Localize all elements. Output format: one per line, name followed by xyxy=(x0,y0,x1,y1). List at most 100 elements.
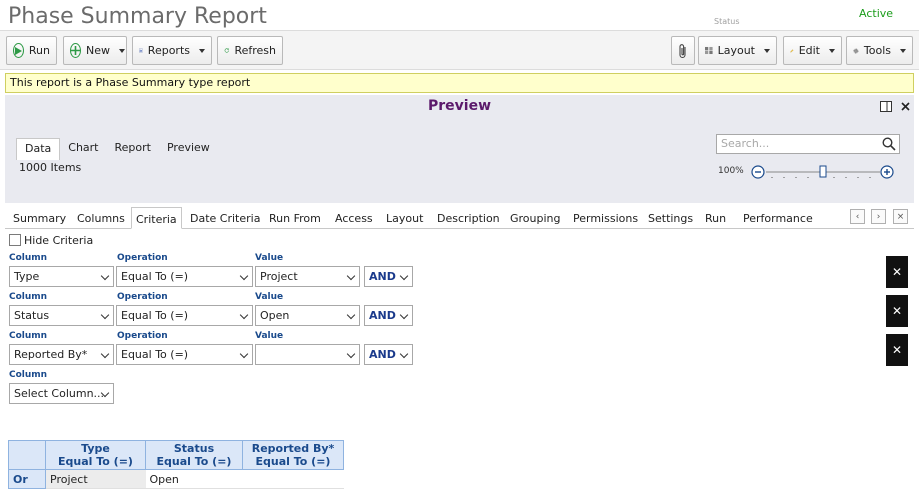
criteria-value-select[interactable]: Project xyxy=(255,266,360,287)
tab-description[interactable]: Description xyxy=(433,210,504,227)
tab-run-from[interactable]: Run From xyxy=(265,210,325,227)
chevron-down-icon xyxy=(399,349,409,359)
preview-tab-data[interactable]: Data xyxy=(16,138,61,160)
search-input[interactable]: Search... xyxy=(716,134,900,154)
chevron-down-icon xyxy=(764,48,770,53)
refresh-icon xyxy=(224,48,229,53)
edit-button[interactable]: Edit xyxy=(783,36,842,65)
layout-icon xyxy=(705,46,713,55)
criteria-operation-select[interactable]: Equal To (=) xyxy=(116,344,253,365)
plus-circle-icon xyxy=(70,43,81,58)
play-icon xyxy=(13,43,24,58)
chevron-down-icon xyxy=(100,349,110,359)
new-button[interactable]: New xyxy=(63,36,127,65)
search-icon[interactable] xyxy=(882,137,896,151)
tab-date-criteria[interactable]: Date Criteria xyxy=(186,210,264,227)
reports-button[interactable]: Reports xyxy=(132,36,212,65)
reports-button-label: Reports xyxy=(147,44,190,57)
hide-criteria-label: Hide Criteria xyxy=(24,234,94,247)
chevron-down-icon xyxy=(239,271,249,281)
tools-button[interactable]: Tools xyxy=(846,36,913,65)
zoom-slider[interactable] xyxy=(750,163,896,181)
criteria-conjunction-select[interactable]: AND xyxy=(364,344,413,365)
criteria-value-select[interactable] xyxy=(255,344,360,365)
grid-column-header: Status Equal To (=) xyxy=(145,440,243,470)
tab-layout[interactable]: Layout xyxy=(382,210,427,227)
chevron-down-icon xyxy=(239,349,249,359)
tab-summary[interactable]: Summary xyxy=(9,210,70,227)
preview-tab-report[interactable]: Report xyxy=(107,138,159,160)
run-button[interactable]: Run xyxy=(6,36,57,65)
preview-tab-preview[interactable]: Preview xyxy=(159,138,218,160)
tab-scroll-right-icon[interactable]: › xyxy=(871,209,886,224)
chevron-down-icon xyxy=(239,310,249,320)
criteria-column-select[interactable]: Type xyxy=(9,266,114,287)
column-label: Column xyxy=(9,253,48,263)
tab-performance[interactable]: Performance xyxy=(739,210,817,227)
refresh-button[interactable]: Refresh xyxy=(217,36,283,65)
gear-icon xyxy=(853,48,859,53)
operation-label: Operation xyxy=(117,253,168,263)
chevron-down-icon xyxy=(119,48,125,53)
selected-value: AND xyxy=(369,348,396,361)
tab-grouping[interactable]: Grouping xyxy=(506,210,565,227)
close-icon[interactable] xyxy=(901,102,910,111)
tab-criteria[interactable]: Criteria xyxy=(131,207,182,229)
tab-close-icon[interactable]: × xyxy=(893,209,908,224)
column-label: Column xyxy=(9,292,48,302)
grid-header-operation: Equal To (=) xyxy=(58,455,133,468)
delete-criteria-button[interactable]: ✕ xyxy=(886,334,908,366)
item-count: 1000 Items xyxy=(19,161,82,174)
criteria-value-select[interactable]: Open xyxy=(255,305,360,326)
grid-cell[interactable] xyxy=(242,469,344,489)
grid-column-header: Reported By* Equal To (=) xyxy=(242,440,344,470)
zoom-thumb[interactable] xyxy=(819,165,827,178)
value-label: Value xyxy=(255,292,284,302)
grid-corner-header xyxy=(8,440,46,470)
tab-access[interactable]: Access xyxy=(331,210,377,227)
panel-layout-icon[interactable] xyxy=(880,101,892,112)
selected-value: AND xyxy=(369,309,396,322)
tab-permissions[interactable]: Permissions xyxy=(569,210,642,227)
criteria-conjunction-select[interactable]: AND xyxy=(364,266,413,287)
grid-cell[interactable]: Open xyxy=(145,469,243,489)
value-label: Value xyxy=(255,331,284,341)
preview-tab-chart[interactable]: Chart xyxy=(60,138,106,160)
bar-chart-icon xyxy=(139,48,143,53)
chevron-down-icon xyxy=(399,271,409,281)
chevron-down-icon xyxy=(346,271,356,281)
selected-value: Equal To (=) xyxy=(121,348,189,361)
layout-button[interactable]: Layout xyxy=(698,36,777,65)
grid-column-header: Type Equal To (=) xyxy=(45,440,146,470)
criteria-column-select[interactable]: Status xyxy=(9,305,114,326)
chevron-down-icon xyxy=(346,349,356,359)
zoom-level: 100% xyxy=(718,166,744,176)
select-column-dropdown[interactable]: Select Column... xyxy=(9,383,114,404)
chevron-down-icon xyxy=(346,310,356,320)
attachment-button[interactable] xyxy=(671,36,695,65)
column-label: Column xyxy=(9,331,48,341)
selected-value: Equal To (=) xyxy=(121,309,189,322)
delete-criteria-button[interactable]: ✕ xyxy=(886,256,908,288)
status-value: Active xyxy=(859,7,894,20)
tab-run[interactable]: Run xyxy=(701,210,730,227)
value-label: Value xyxy=(255,253,284,263)
hide-criteria-checkbox[interactable] xyxy=(9,234,21,246)
criteria-column-select[interactable]: Reported By* xyxy=(9,344,114,365)
operation-label: Operation xyxy=(117,331,168,341)
tab-scroll-left-icon[interactable]: ‹ xyxy=(850,209,865,224)
grid-header-field: Reported By* xyxy=(251,442,335,455)
grid-header-operation: Equal To (=) xyxy=(156,455,232,468)
delete-criteria-button[interactable]: ✕ xyxy=(886,295,908,327)
tab-columns[interactable]: Columns xyxy=(73,210,129,227)
chevron-down-icon xyxy=(100,310,110,320)
paperclip-icon xyxy=(679,43,686,58)
tab-settings[interactable]: Settings xyxy=(644,210,697,227)
criteria-conjunction-select[interactable]: AND xyxy=(364,305,413,326)
criteria-operation-select[interactable]: Equal To (=) xyxy=(116,266,253,287)
grid-cell[interactable]: Project xyxy=(45,469,146,489)
criteria-operation-select[interactable]: Equal To (=) xyxy=(116,305,253,326)
report-tabs: Summary Columns Criteria Date Criteria R… xyxy=(5,207,914,229)
close-icon: ✕ xyxy=(891,265,903,279)
grid-row-label: Or xyxy=(8,469,46,489)
